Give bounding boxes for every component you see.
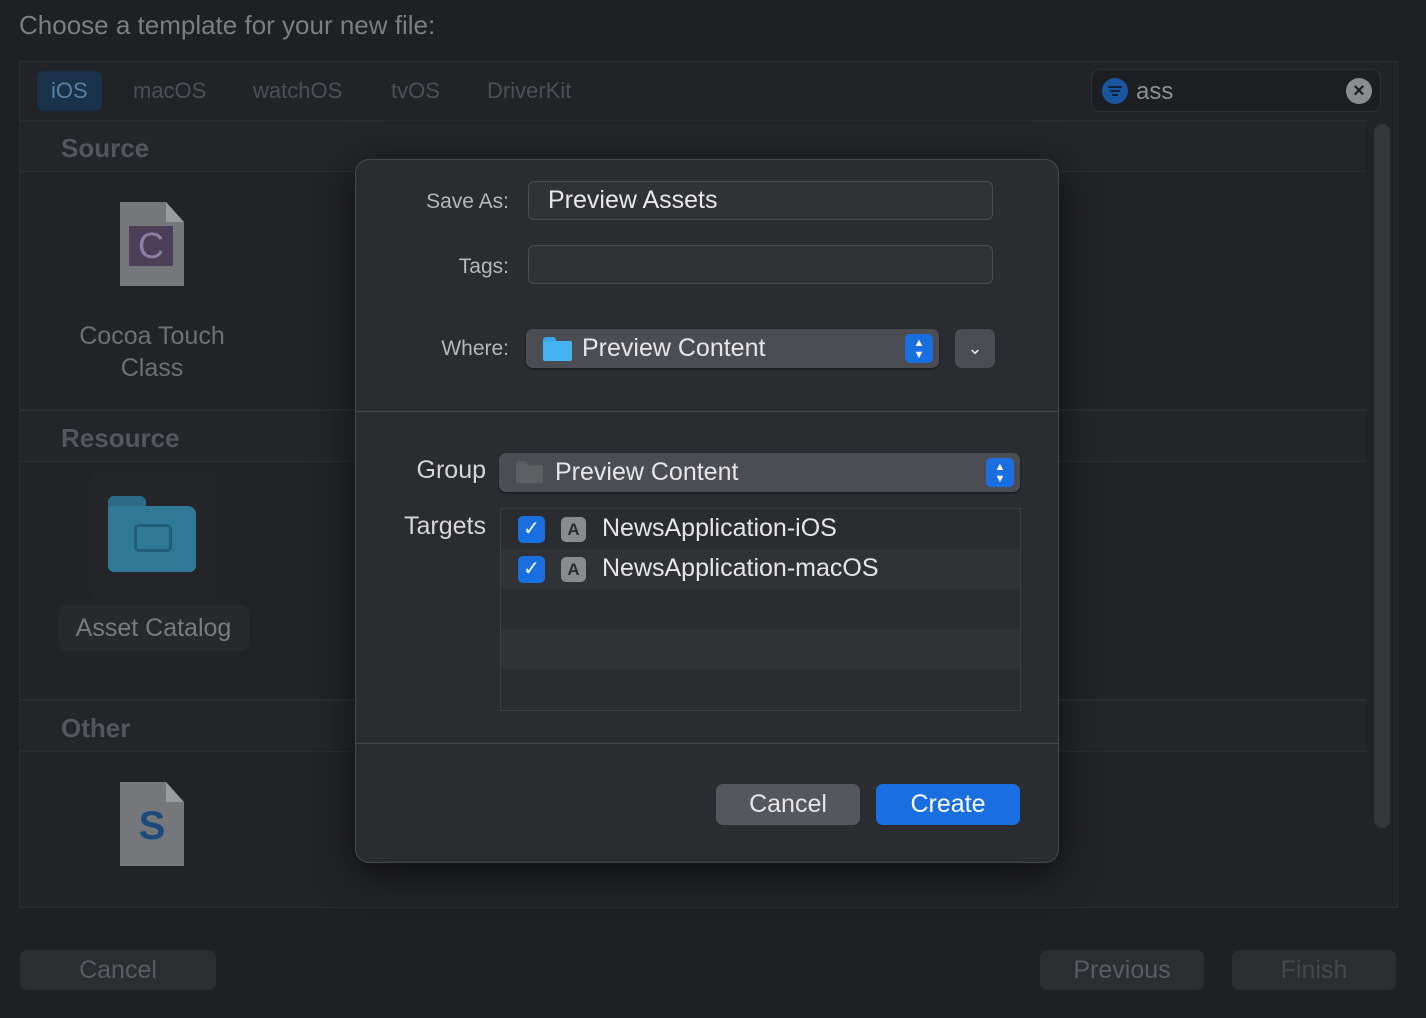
expand-disclosure-button[interactable]: ⌄ (955, 329, 995, 368)
save-as-field[interactable]: Preview Assets (528, 181, 993, 220)
tab-tvos[interactable]: tvOS (377, 71, 454, 111)
tab-ios[interactable]: iOS (37, 71, 102, 111)
checkbox-checked[interactable]: ✓ (518, 516, 545, 543)
target-name: NewsApplication-macOS (602, 554, 879, 582)
save-sheet: Save As: Preview Assets Tags: Where: Pre… (355, 159, 1059, 863)
divider (356, 743, 1058, 744)
window-title: Choose a template for your new file: (19, 10, 436, 40)
targets-list: ✓ A NewsApplication-iOS ✓ A NewsApplicat… (500, 508, 1021, 711)
section-title: Other (61, 713, 131, 743)
app-target-icon: A (561, 517, 586, 542)
tab-driverkit[interactable]: DriverKit (473, 71, 585, 111)
target-row[interactable]: ✓ A NewsApplication-iOS (501, 509, 1020, 549)
empty-row (501, 669, 1020, 709)
group-value: Preview Content (555, 458, 739, 486)
tags-label: Tags: (458, 255, 509, 278)
swift-file-icon[interactable]: S (120, 782, 184, 866)
chevron-updown-icon: ▲ ▼ (905, 334, 933, 363)
empty-row (501, 589, 1020, 629)
checkbox-checked[interactable]: ✓ (518, 556, 545, 583)
template-label-cocoa-touch-class: Cocoa Touch Class (79, 322, 225, 382)
group-label: Group (416, 456, 486, 484)
save-as-label: Save As: (426, 190, 509, 213)
vertical-scrollbar[interactable] (1374, 124, 1390, 828)
folder-icon (543, 337, 572, 361)
cocoa-touch-class-icon[interactable]: C (120, 202, 184, 286)
tab-watchos[interactable]: watchOS (239, 71, 356, 111)
clear-icon[interactable]: × (1346, 78, 1372, 104)
divider (356, 411, 1058, 412)
where-popup[interactable]: Preview Content ▲ ▼ (526, 329, 939, 368)
template-search-field[interactable]: ass × (1091, 69, 1381, 112)
sheet-cancel-button[interactable]: Cancel (716, 784, 860, 825)
create-button[interactable]: Create (876, 784, 1020, 825)
app-target-icon: A (561, 557, 586, 582)
filter-icon[interactable] (1102, 78, 1128, 104)
tab-macos[interactable]: macOS (119, 71, 220, 111)
section-title: Source (61, 133, 150, 163)
empty-row (501, 629, 1020, 669)
previous-button[interactable]: Previous (1040, 950, 1204, 990)
search-input[interactable]: ass (1136, 78, 1173, 106)
finish-button[interactable]: Finish (1232, 950, 1396, 990)
folder-icon (516, 461, 543, 483)
where-label: Where: (441, 337, 509, 360)
group-popup[interactable]: Preview Content ▲ ▼ (499, 453, 1020, 492)
tags-field[interactable] (528, 245, 993, 284)
platform-tabbar: iOS macOS watchOS tvOS DriverKit ass × (20, 62, 1397, 120)
cancel-button[interactable]: Cancel (20, 950, 216, 990)
where-value: Preview Content (582, 334, 766, 362)
target-name: NewsApplication-iOS (602, 514, 837, 542)
target-row[interactable]: ✓ A NewsApplication-macOS (501, 549, 1020, 589)
section-title: Resource (61, 423, 180, 453)
chevron-updown-icon: ▲ ▼ (986, 458, 1014, 487)
targets-label: Targets (404, 512, 486, 540)
